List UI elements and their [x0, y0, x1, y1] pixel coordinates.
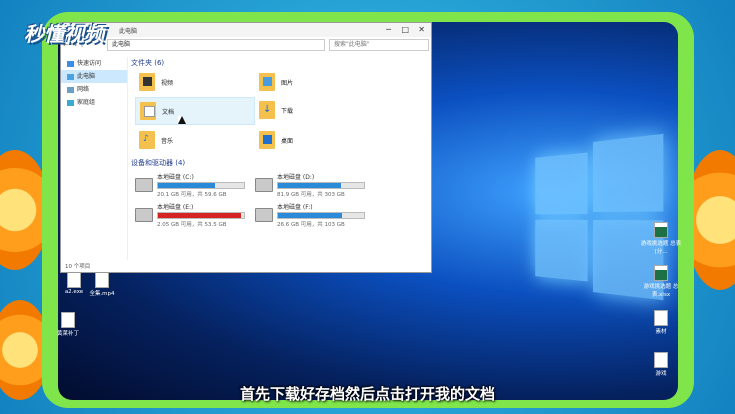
downloads-folder-icon: ↓	[259, 101, 275, 119]
file-icon	[654, 352, 668, 368]
folder-desktop[interactable]: 桌面	[255, 127, 375, 153]
excel-file-icon	[654, 222, 668, 238]
drives-header[interactable]: 设备和驱动器 (4)	[131, 157, 429, 169]
drive-icon	[255, 208, 273, 222]
file-icon	[61, 312, 75, 328]
documents-folder-icon	[140, 102, 156, 120]
folders-header[interactable]: 文件夹 (6)	[131, 57, 429, 69]
drive-usage-bar	[277, 182, 365, 189]
address-bar[interactable]: 此电脑	[107, 39, 325, 51]
homegroup-icon	[67, 99, 74, 106]
navigation-pane: 快速访问 此电脑 网络 家庭组	[61, 57, 128, 260]
network-icon	[67, 86, 74, 93]
file-explorer-window: 此电脑 ─ □ ✕ ← → ↑ 此电脑 搜索"此电脑" 快速访问 此电脑 网络 …	[60, 22, 432, 273]
desktop-icon-material[interactable]: 素材	[636, 310, 686, 335]
music-folder-icon: ♪	[139, 131, 155, 149]
drive-usage-bar	[277, 212, 365, 219]
search-input[interactable]: 搜索"此电脑"	[329, 39, 429, 51]
pictures-folder-icon	[259, 73, 275, 91]
content-pane: 文件夹 (6) 视频 图片 文档 ↓ 下载 ♪ 音乐 桌面 设备和驱动器 (4)…	[131, 57, 429, 260]
drive-f[interactable]: 本地磁盘 (F:) 26.6 GB 可用，共 103 GB	[255, 203, 375, 228]
drives-grid: 本地磁盘 (C:) 20.1 GB 可用，共 59.6 GB 本地磁盘 (D:)…	[135, 173, 429, 228]
drive-e[interactable]: 本地磁盘 (E:) 2.05 GB 可用，共 53.5 GB	[135, 203, 255, 228]
sidebar-item-this-pc[interactable]: 此电脑	[61, 70, 127, 83]
desktop-icon-xls-2[interactable]: 游戏挑选题 总表.xlsx	[636, 265, 686, 298]
sidebar-item-homegroup[interactable]: 家庭组	[61, 96, 127, 109]
status-bar: 10 个项目	[65, 264, 91, 270]
folders-grid: 视频 图片 文档 ↓ 下载 ♪ 音乐 桌面	[135, 69, 429, 153]
folder-downloads[interactable]: ↓ 下载	[255, 97, 375, 123]
minimize-icon[interactable]: ─	[386, 25, 391, 34]
folder-music[interactable]: ♪ 音乐	[135, 127, 255, 153]
exe-icon	[67, 272, 81, 288]
drive-d[interactable]: 本地磁盘 (D:) 81.9 GB 可用，共 303 GB	[255, 173, 375, 198]
title-bar: 此电脑 ─ □ ✕	[61, 23, 431, 37]
video-folder-icon	[139, 73, 155, 91]
desktop-icon-video[interactable]: 全集.mp4	[80, 272, 124, 297]
star-icon	[67, 60, 74, 67]
drive-usage-bar	[157, 212, 245, 219]
folder-pictures[interactable]: 图片	[255, 69, 375, 95]
computer-icon	[67, 73, 74, 80]
drive-icon	[135, 208, 153, 222]
brand-logo: 秒懂视频	[24, 22, 104, 46]
drive-icon	[255, 178, 273, 192]
window-title: 此电脑	[119, 28, 138, 35]
mouse-cursor-icon	[178, 116, 186, 124]
desktop-icon-game[interactable]: 游戏	[636, 352, 686, 377]
desktop-folder-icon	[259, 131, 275, 149]
excel-file-icon	[654, 265, 668, 281]
video-file-icon	[95, 272, 109, 288]
file-icon	[654, 310, 668, 326]
drive-usage-bar	[157, 182, 245, 189]
close-icon[interactable]: ✕	[418, 25, 425, 34]
folder-documents[interactable]: 文档	[135, 97, 255, 125]
desktop-icon-patch[interactable]: 黄莱补丁	[46, 312, 90, 337]
drive-c[interactable]: 本地磁盘 (C:) 20.1 GB 可用，共 59.6 GB	[135, 173, 255, 198]
subtitle-caption: 首先下载好存档然后点击打开我的文档	[239, 385, 495, 403]
folder-videos[interactable]: 视频	[135, 69, 255, 95]
address-row: ← → ↑ 此电脑 搜索"此电脑"	[63, 39, 429, 51]
desktop-icon-xls-1[interactable]: 游戏挑选题 总表 (分...	[636, 222, 686, 255]
maximize-icon[interactable]: □	[401, 25, 409, 34]
sidebar-item-quick-access[interactable]: 快速访问	[61, 57, 127, 70]
windows-drive-icon	[135, 178, 153, 192]
sidebar-item-network[interactable]: 网络	[61, 83, 127, 96]
